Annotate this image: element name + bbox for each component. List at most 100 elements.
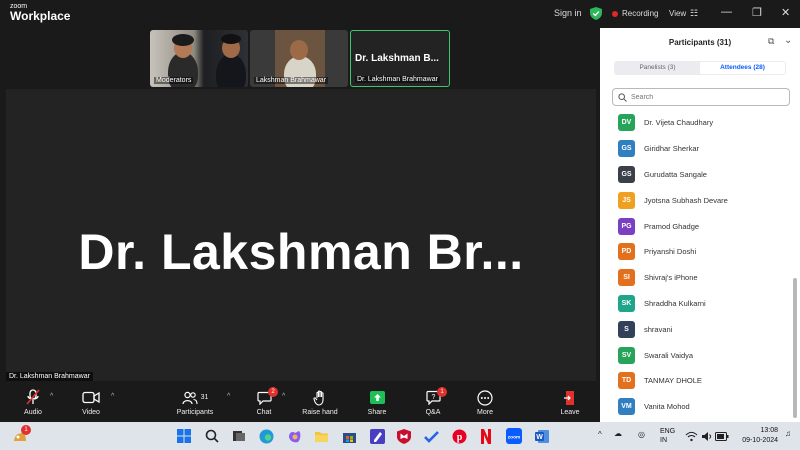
thumbnail-name: Dr. Lakshman Brahmawar [355,76,440,83]
attendee-name: Giridhar Sherkar [644,144,700,154]
widgets-badge: 1 [21,425,31,435]
pinterest-icon[interactable]: p [451,428,467,444]
view-grid-icon[interactable]: ☷ [690,8,698,19]
participants-button[interactable]: 31 Participants [165,389,225,416]
video-options-chevron-icon[interactable]: ^ [111,393,114,400]
netflix-icon[interactable] [478,428,494,444]
show-hidden-icons-chevron-icon[interactable]: ^ [598,430,602,439]
attendee-row[interactable]: TD TANMAY DHOLE [600,368,792,394]
tab-attendees[interactable]: Attendees (28) [700,62,785,74]
pop-out-icon[interactable]: ⧉ [768,36,774,47]
video-thumbnail-active-speaker[interactable]: Dr. Lakshman B... Dr. Lakshman Brahmawar [350,30,450,87]
attendee-row[interactable]: GS Giridhar Sherkar [600,136,792,162]
battery-icon[interactable] [714,428,730,444]
svg-text:W: W [536,434,543,441]
avatar: PG [618,217,635,235]
share-button[interactable]: Share [347,389,407,416]
view-button[interactable]: View [669,9,686,18]
close-icon[interactable]: ✕ [781,6,790,19]
search-box[interactable] [612,88,790,106]
minimize-icon[interactable]: — [721,6,732,18]
microsoft-store-icon[interactable] [341,428,357,444]
word-icon[interactable]: W [534,428,550,444]
share-screen-icon [369,391,385,404]
audio-options-chevron-icon[interactable]: ^ [50,393,53,400]
language-code: ENG [660,428,676,435]
attendee-row[interactable]: GS Gurudatta Sangale [600,162,792,188]
attendee-row[interactable]: SI Shivraj's iPhone [600,265,792,291]
clock[interactable]: 13:08 09-10-2024 [736,426,778,446]
scrollbar[interactable] [793,278,797,418]
svg-text:p: p [456,432,462,443]
widgets-icon[interactable]: 1 [12,425,31,444]
more-button[interactable]: More [455,389,515,416]
recording-indicator[interactable]: Recording [612,9,658,18]
video-thumbnail-lakshman[interactable]: Lakshman Brahmawar [250,30,348,87]
panel-collapse-icon[interactable]: ⌄ [784,35,792,46]
search-input[interactable] [631,93,771,101]
mcafee-icon[interactable] [396,428,412,444]
editor-app-icon[interactable] [369,428,385,444]
avatar: TD [618,372,635,390]
notifications-bell-icon[interactable]: ♫ [785,429,791,438]
chat-badge: 2 [268,387,278,397]
participants-icon [181,391,198,404]
search-taskbar-icon[interactable] [204,428,220,444]
participants-label: Participants [176,409,214,416]
start-windows-icon[interactable] [176,428,192,444]
thumbnail-name: Moderators [154,77,194,84]
participants-options-chevron-icon[interactable]: ^ [227,393,230,400]
attendee-row[interactable]: PG Pramod Ghadge [600,213,792,239]
qa-button[interactable]: ? 1 Q&A [403,387,463,416]
windows-taskbar: 1 p zoom W ^ ☁ ◎ ENG IN 13:08 09-10-2024… [0,422,800,450]
todo-check-icon[interactable] [423,428,439,444]
wifi-icon[interactable] [683,428,699,444]
attendee-name: Jyotsna Subhash Devare [644,195,728,205]
avatar: JS [618,191,635,209]
tab-panelists[interactable]: Panelists (3) [615,62,700,74]
attendee-row[interactable]: DV Dr. Vijeta Chaudhary [600,110,792,136]
restore-icon[interactable]: ❐ [752,6,762,19]
attendee-row[interactable]: Sshravani [600,316,792,342]
recording-dot-icon [612,10,618,17]
avatar: GS [618,165,635,183]
file-explorer-icon[interactable] [313,428,329,444]
attendee-row[interactable]: VM Vanita Mohod [600,394,792,420]
search-icon [618,92,627,102]
location-icon[interactable]: ◎ [638,430,645,439]
security-shield-icon[interactable] [590,7,602,20]
chat-options-chevron-icon[interactable]: ^ [282,393,285,400]
attendee-name: Vanita Mohod [644,402,690,412]
zoom-taskbar-icon[interactable]: zoom [506,428,522,444]
main-video-stage[interactable]: Dr. Lakshman Br... [6,89,596,381]
copilot-icon[interactable] [286,428,302,444]
attendee-row[interactable]: JS Jyotsna Subhash Devare [600,187,792,213]
participant-face [290,40,308,60]
attendee-row[interactable]: SK Shraddha Kulkarni [600,291,792,317]
svg-text:?: ? [431,394,435,401]
qa-label: Q&A [425,409,441,416]
volume-icon[interactable] [699,428,715,444]
leave-button[interactable]: Leave [540,389,600,416]
region-code: IN [660,437,667,444]
avatar: DV [618,114,635,132]
attendee-row[interactable]: SV Swarali Vaidya [600,342,792,368]
onedrive-cloud-icon[interactable]: ☁ [614,429,622,438]
attendee-row[interactable]: PD Priyanshi Doshi [600,239,792,265]
attendee-name: TANMAY DHOLE [644,376,702,386]
edge-browser-icon[interactable] [258,428,274,444]
sign-in-link[interactable]: Sign in [554,8,582,18]
attendee-name: Pramod Ghadge [644,221,700,231]
language-indicator[interactable]: ENG IN [660,427,675,445]
audio-button[interactable]: Audio [3,389,63,416]
raise-hand-button[interactable]: Raise hand [290,389,350,416]
attendee-name: Priyanshi Doshi [644,247,697,257]
attendee-name: Swarali Vaidya [644,350,694,360]
meeting-toolbar: Audio ^ Video ^ 31 Participants ^ 2 Chat… [0,385,600,422]
video-thumbnail-moderators[interactable]: Moderators [150,30,248,87]
microphone-muted-icon [26,389,40,405]
task-view-icon[interactable] [231,428,247,444]
thumbnail-name: Lakshman Brahmawar [254,77,329,84]
more-dots-icon [477,389,493,406]
attendee-name: shravani [644,324,673,334]
